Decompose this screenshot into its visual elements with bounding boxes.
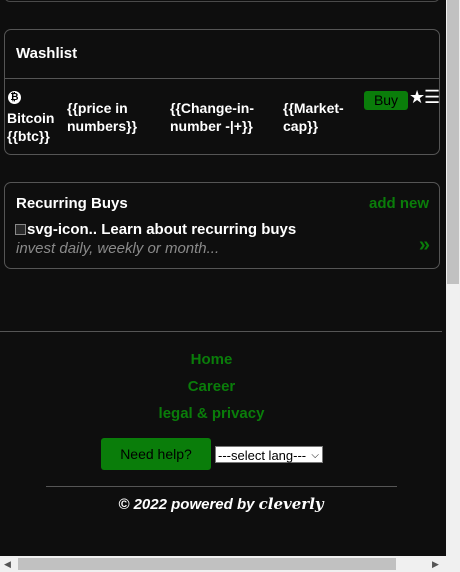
chevron-down-icon: ⌵ [311,450,319,461]
double-chevron-right-icon[interactable]: » [419,234,430,257]
menu-icon[interactable]: ☰ [424,87,440,107]
language-select[interactable]: ---select lang--- ⌵ [215,446,323,463]
page: Washlist ₿ Bitcoin {{btc}} {{price in nu… [0,0,446,556]
price-value: {{price in numbers}} [67,100,138,134]
scroll-right-arrow-icon[interactable]: ▶ [432,558,439,570]
bitcoin-icon: ₿ [8,91,21,104]
recurring-info[interactable]: svg-icon.. Learn about recurring buys [15,221,296,238]
need-help-button[interactable]: Need help? [101,438,211,470]
change-value: {{Change-in-number -|+}} [170,100,254,134]
footer-divider [0,331,442,332]
vertical-scrollbar-thumb[interactable] [447,0,459,284]
previous-card-bottom [4,0,440,2]
market-cap-cell: {{Market-cap}} [283,99,357,135]
add-new-link[interactable]: add new [369,195,429,212]
change-cell: {{Change-in-number -|+}} [170,99,270,135]
copyright-text: © 2022 powered by [118,496,255,513]
horizontal-scrollbar-thumb[interactable] [18,558,396,570]
washlist-card: Washlist ₿ Bitcoin {{btc}} {{price in nu… [4,29,440,155]
recurring-subtitle: invest daily, weekly or month... [16,240,220,257]
buy-button[interactable]: Buy [364,91,408,110]
svg-icon-alt: svg-icon.. [27,221,98,238]
coin-ticker: {{btc}} [7,128,50,144]
footer-link-legal[interactable]: legal & privacy [0,405,423,422]
price-cell: {{price in numbers}} [67,99,155,135]
market-cap-value: {{Market-cap}} [283,100,344,134]
scroll-left-arrow-icon[interactable]: ◀ [4,558,11,570]
copyright: © 2022 powered by cleverly [0,495,442,513]
divider [5,78,439,79]
coin-name-label: Bitcoin [7,110,55,126]
footer-link-career[interactable]: Career [0,378,423,395]
coin-name[interactable]: Bitcoin {{btc}} [7,109,54,145]
footer-link-home[interactable]: Home [0,351,423,368]
brand-name: cleverly [258,495,324,513]
recurring-buys-title: Recurring Buys [16,195,128,212]
star-icon[interactable]: ★ [409,87,425,107]
footer-divider-2 [46,486,397,487]
learn-recurring-text: Learn about recurring buys [101,221,297,238]
washlist-title: Washlist [16,45,78,62]
recurring-buys-card: Recurring Buys add new svg-icon.. Learn … [4,182,440,269]
language-selected: ---select lang--- [218,448,307,463]
broken-image-icon [15,224,26,235]
